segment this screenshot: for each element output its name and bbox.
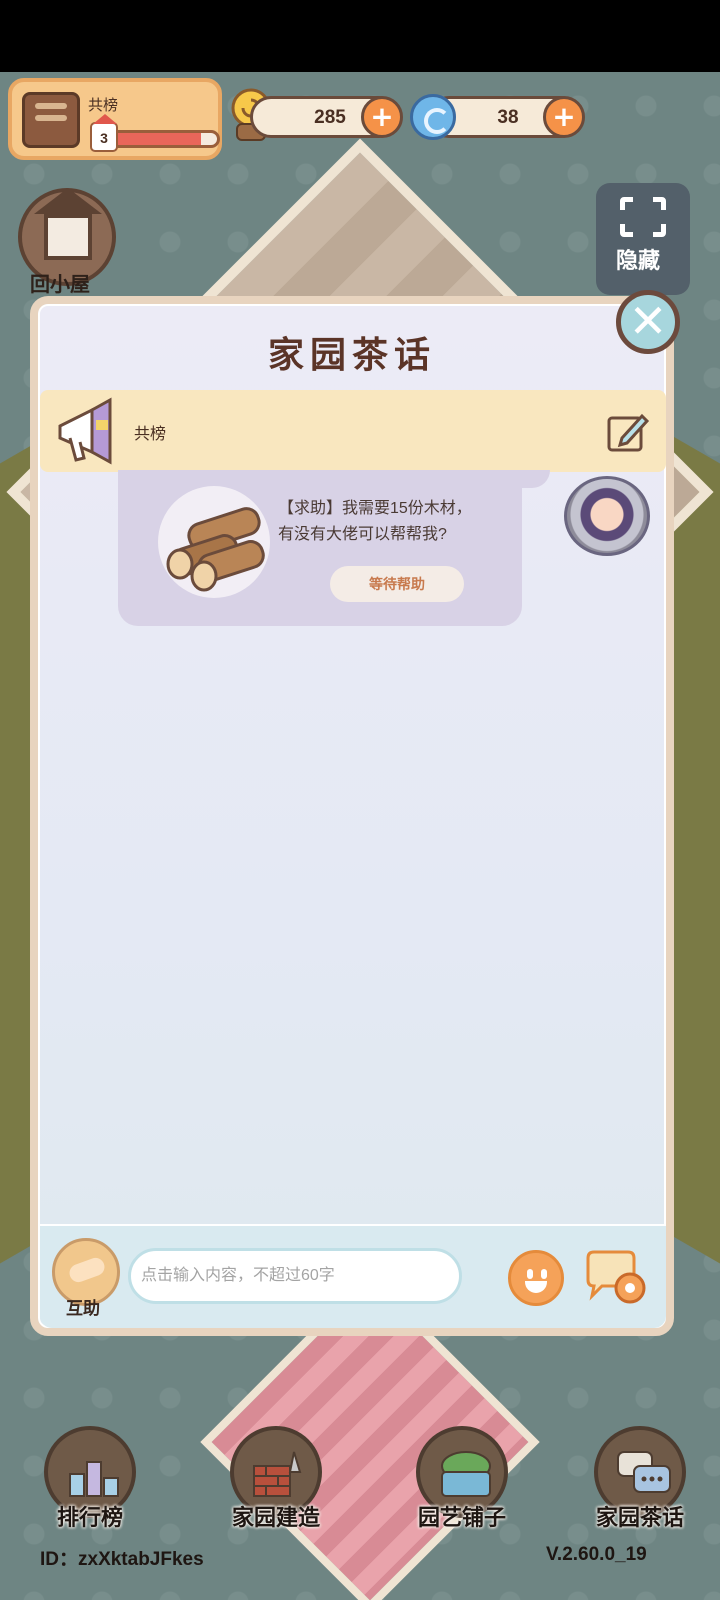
announcement-bar[interactable]: 共榜	[40, 390, 666, 472]
emoji-button[interactable]	[508, 1250, 564, 1306]
coin-counter: 285 +	[250, 96, 403, 138]
user-id: ID：zxXktabJFkes	[40, 1549, 204, 1570]
megaphone-icon	[58, 397, 112, 465]
status-bar	[0, 0, 720, 72]
wait-for-help-button[interactable]: 等待帮助	[330, 566, 464, 602]
level-house-icon: 3	[90, 114, 118, 152]
profile-card[interactable]: 共榜 3	[8, 78, 222, 160]
nav-home-building[interactable]: 家园建造	[220, 1426, 332, 1536]
gem-value: 38	[497, 107, 519, 128]
smiley-icon-eye	[527, 1269, 533, 1279]
help-request-message: 【求助】我需要15份木材， 有没有大佬可以帮帮我? 等待帮助	[118, 470, 550, 626]
mutual-help-label: 互助	[66, 1299, 100, 1318]
home-label: 回小屋	[30, 274, 90, 296]
item-circle	[158, 486, 270, 598]
announcement-text: 共榜	[134, 426, 167, 443]
book-icon	[22, 92, 80, 148]
profile-name: 共榜	[88, 97, 119, 114]
close-icon: ✕	[628, 294, 668, 348]
input-divider	[40, 1224, 666, 1226]
avatar[interactable]	[564, 476, 650, 556]
wood-logs-icon	[166, 507, 265, 592]
hide-label: 隐藏	[616, 248, 661, 273]
nav-tea-chat[interactable]: 家园茶话	[584, 1426, 696, 1536]
house-icon	[34, 188, 102, 260]
hide-button[interactable]: 隐藏	[596, 183, 690, 295]
add-coins-button[interactable]: +	[361, 96, 403, 138]
nav-label: 排行榜	[56, 1505, 123, 1530]
level-progress-bar	[108, 130, 220, 148]
level-progress-fill	[111, 133, 202, 145]
chat-settings-icon[interactable]	[584, 1250, 654, 1306]
chat-bubbles-icon	[617, 1451, 671, 1493]
nav-garden-shop[interactable]: 园艺铺子	[406, 1426, 518, 1536]
leaderboard-icon	[69, 1461, 119, 1497]
smiley-icon-eye	[541, 1269, 547, 1279]
version-label: V.2.60.0_19	[546, 1544, 647, 1565]
smiley-icon-mouth	[525, 1281, 547, 1293]
brick-trowel-icon	[253, 1451, 302, 1497]
message-line-1: 【求助】我需要15份木材，	[278, 500, 472, 517]
chat-input[interactable]: 点击输入内容，不超过60字	[128, 1248, 462, 1304]
edit-icon[interactable]	[606, 410, 650, 454]
close-button[interactable]: ✕	[616, 290, 680, 354]
plant-basket-icon	[441, 1451, 491, 1497]
message-line-2: 有没有大佬可以帮帮我?	[278, 526, 447, 543]
nav-label: 家园茶话	[595, 1505, 684, 1530]
add-gems-button[interactable]: +	[543, 96, 585, 138]
level-number: 3	[100, 130, 108, 146]
swirl-gem-icon	[410, 94, 456, 140]
modal-title: 家园茶话	[267, 334, 436, 375]
nav-label: 园艺铺子	[417, 1505, 506, 1530]
fullscreen-icon	[617, 194, 669, 242]
nav-leaderboard[interactable]: 排行榜	[34, 1426, 146, 1536]
nav-label: 家园建造	[231, 1505, 320, 1530]
